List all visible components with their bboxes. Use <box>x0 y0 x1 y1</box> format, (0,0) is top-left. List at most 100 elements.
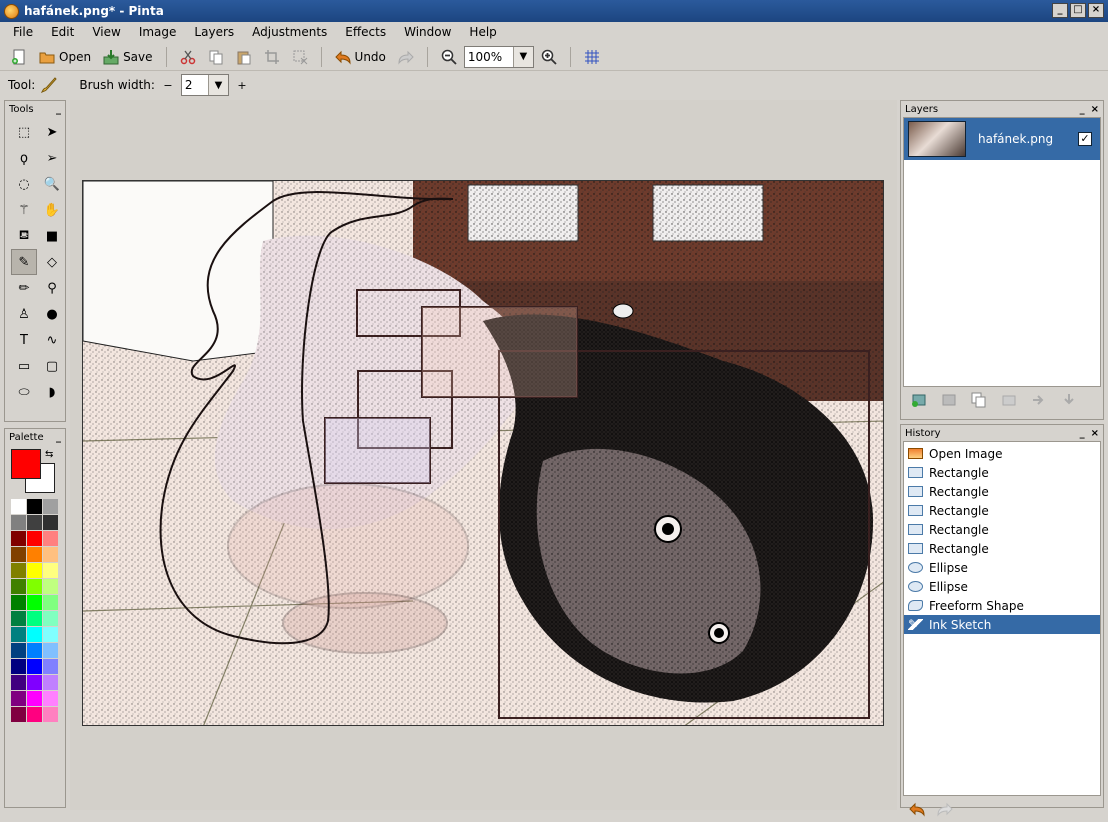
palette-color-swatch[interactable] <box>43 627 58 642</box>
pixel-grid-button[interactable] <box>579 47 605 67</box>
menu-effects[interactable]: Effects <box>336 25 395 39</box>
history-item[interactable]: Ellipse <box>904 577 1100 596</box>
palette-color-swatch[interactable] <box>11 531 26 546</box>
menu-layers[interactable]: Layers <box>185 25 243 39</box>
palette-color-swatch[interactable] <box>43 595 58 610</box>
palette-color-swatch[interactable] <box>27 627 42 642</box>
swap-colors-icon[interactable]: ⇆ <box>45 449 53 460</box>
move-selection-icon[interactable]: ➢ <box>39 145 65 171</box>
ellipse-icon[interactable]: ⬭ <box>11 379 37 405</box>
paint-bucket-icon[interactable]: ⛾ <box>11 223 37 249</box>
brush-width-input[interactable] <box>181 76 208 94</box>
lasso-select-icon[interactable]: ϙ <box>11 145 37 171</box>
palette-color-swatch[interactable] <box>11 547 26 562</box>
magic-wand-icon[interactable]: ⚚ <box>11 197 37 223</box>
paintbrush-icon[interactable]: ✎ <box>11 249 37 275</box>
history-item[interactable]: Rectangle <box>904 463 1100 482</box>
palette-color-swatch[interactable] <box>11 691 26 706</box>
close-panel-icon[interactable]: × <box>1091 428 1099 439</box>
palette-color-swatch[interactable] <box>27 675 42 690</box>
menu-window[interactable]: Window <box>395 25 460 39</box>
paintbrush-icon[interactable] <box>41 77 58 93</box>
zoom-input[interactable] <box>464 47 513 66</box>
new-button[interactable] <box>6 47 32 67</box>
history-undo-icon[interactable] <box>909 801 925 817</box>
palette-color-swatch[interactable] <box>27 547 42 562</box>
delete-layer-icon[interactable] <box>941 392 957 408</box>
zoom-combo[interactable]: ▼ <box>463 45 534 68</box>
palette-color-swatch[interactable] <box>27 643 42 658</box>
clone-stamp-icon[interactable]: ♙ <box>11 301 37 327</box>
palette-color-swatch[interactable] <box>43 499 58 514</box>
deselect-button[interactable] <box>287 47 313 67</box>
minimize-panel-icon[interactable]: _ <box>1080 428 1085 439</box>
history-item[interactable]: Rectangle <box>904 539 1100 558</box>
minimize-button[interactable]: _ <box>1052 3 1068 18</box>
palette-color-swatch[interactable] <box>43 707 58 722</box>
crop-button[interactable] <box>259 47 285 67</box>
chevron-down-icon[interactable]: ▼ <box>207 75 228 95</box>
open-button[interactable]: Open <box>34 47 96 67</box>
move-layer-down-icon[interactable] <box>1061 392 1077 408</box>
rounded-rectangle-icon[interactable]: ▢ <box>39 353 65 379</box>
redo-button[interactable] <box>393 47 419 67</box>
palette-color-swatch[interactable] <box>43 691 58 706</box>
history-item[interactable]: Rectangle <box>904 520 1100 539</box>
image-canvas[interactable] <box>82 180 884 726</box>
zoom-icon[interactable]: 🔍 <box>39 171 65 197</box>
duplicate-layer-icon[interactable] <box>971 392 987 408</box>
chevron-down-icon[interactable]: ▼ <box>512 46 533 67</box>
ellipse-select-icon[interactable]: ◌ <box>11 171 37 197</box>
palette-color-swatch[interactable] <box>27 563 42 578</box>
palette-color-swatch[interactable] <box>11 579 26 594</box>
palette-color-swatch[interactable] <box>27 499 42 514</box>
palette-color-swatch[interactable] <box>11 563 26 578</box>
history-redo-icon[interactable] <box>937 801 953 817</box>
menu-image[interactable]: Image <box>130 25 186 39</box>
brush-width-combo[interactable]: ▼ <box>180 74 229 96</box>
layer-visibility-checkbox[interactable]: ✓ <box>1078 132 1092 146</box>
close-panel-icon[interactable]: × <box>1091 104 1099 115</box>
palette-color-swatch[interactable] <box>27 595 42 610</box>
palette-color-swatch[interactable] <box>11 643 26 658</box>
pan-icon[interactable]: ✋ <box>39 197 65 223</box>
rectangle-select-icon[interactable]: ⬚ <box>11 119 37 145</box>
palette-color-swatch[interactable] <box>11 611 26 626</box>
palette-color-swatch[interactable] <box>43 579 58 594</box>
palette-color-swatch[interactable] <box>43 515 58 530</box>
zoom-out-button[interactable] <box>436 47 462 67</box>
palette-color-swatch[interactable] <box>43 611 58 626</box>
palette-color-swatch[interactable] <box>11 659 26 674</box>
palette-color-swatch[interactable] <box>11 595 26 610</box>
increase-brush-width-button[interactable]: + <box>235 79 249 92</box>
text-icon[interactable]: T <box>11 327 37 353</box>
palette-color-swatch[interactable] <box>27 611 42 626</box>
palette-color-swatch[interactable] <box>43 643 58 658</box>
gradient-icon[interactable]: ■ <box>39 223 65 249</box>
move-selected-icon[interactable]: ➤ <box>39 119 65 145</box>
palette-color-swatch[interactable] <box>11 627 26 642</box>
palette-color-swatch[interactable] <box>43 675 58 690</box>
zoom-in-button[interactable] <box>536 47 562 67</box>
history-item[interactable]: Rectangle <box>904 501 1100 520</box>
palette-color-swatch[interactable] <box>27 515 42 530</box>
add-layer-icon[interactable] <box>911 392 927 408</box>
palette-color-swatch[interactable] <box>27 579 42 594</box>
move-layer-up-icon[interactable] <box>1031 392 1047 408</box>
canvas-area[interactable] <box>70 100 897 810</box>
palette-color-swatch[interactable] <box>27 659 42 674</box>
menu-file[interactable]: File <box>4 25 42 39</box>
cut-button[interactable] <box>175 47 201 67</box>
line-curve-icon[interactable]: ∿ <box>39 327 65 353</box>
palette-color-swatch[interactable] <box>11 675 26 690</box>
close-button[interactable]: × <box>1088 3 1104 18</box>
layer-item[interactable]: hafánek.png ✓ <box>904 118 1100 160</box>
eraser-icon[interactable]: ◇ <box>39 249 65 275</box>
undo-button[interactable]: Undo <box>330 47 391 67</box>
history-item[interactable]: ✎ Ink Sketch <box>904 615 1100 634</box>
rectangle-icon[interactable]: ▭ <box>11 353 37 379</box>
menu-adjustments[interactable]: Adjustments <box>243 25 336 39</box>
paste-button[interactable] <box>231 47 257 67</box>
palette-color-swatch[interactable] <box>43 659 58 674</box>
history-item[interactable]: Freeform Shape <box>904 596 1100 615</box>
